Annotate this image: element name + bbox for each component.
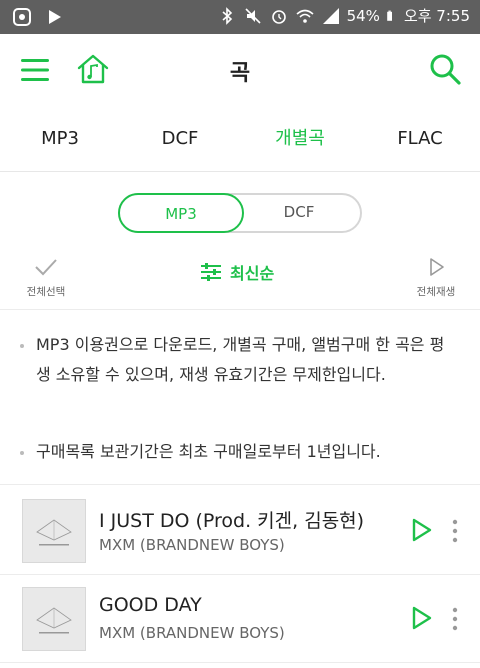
tab-mp3[interactable]: MP3	[0, 106, 120, 171]
sort-button[interactable]: 최신순	[200, 260, 274, 284]
album-cover	[22, 587, 86, 651]
page-title: 곡	[229, 61, 251, 86]
format-segment-toggle: DCF MP3	[118, 193, 362, 233]
track-title: GOOD DAY	[99, 594, 202, 616]
tab-individual-songs[interactable]: 개별곡	[240, 106, 360, 171]
tab-flac[interactable]: FLAC	[360, 106, 480, 171]
notice-text: MP3 이용권으로 다운로드, 개별곡 구매, 앨범구매 한 곡은 평생 소유할…	[36, 335, 445, 384]
track-artist: MXM (BRANDNEW BOYS)	[99, 536, 285, 554]
bluetooth-icon	[222, 7, 232, 25]
notice-section: MP3 이용권으로 다운로드, 개별곡 구매, 앨범구매 한 곡은 평생 소유할…	[0, 310, 480, 485]
album-art-image	[36, 519, 72, 546]
play-icon[interactable]	[408, 605, 434, 631]
play-notification-icon	[49, 10, 61, 24]
format-tabs: MP3 DCF 개별곡 FLAC	[0, 106, 480, 172]
segment-mp3-button[interactable]: MP3	[118, 193, 244, 233]
play-all-label: 전체재생	[416, 286, 456, 298]
track-artist: MXM (BRANDNEW BOYS)	[99, 624, 285, 642]
notice-item: 구매목록 보관기간은 최초 구매일로부터 1년입니다.	[20, 437, 450, 467]
bullet-dot	[20, 451, 24, 455]
track-row[interactable]: I JUST DO (Prod. 키겐, 김동현) MXM (BRANDNEW …	[0, 488, 480, 575]
select-all-label: 전체선택	[26, 286, 66, 298]
notice-item: MP3 이용권으로 다운로드, 개별곡 구매, 앨범구매 한 곡은 평생 소유할…	[20, 330, 450, 390]
signal-icon	[322, 8, 339, 24]
notice-text: 구매목록 보관기간은 최초 구매일로부터 1년입니다.	[36, 442, 381, 461]
check-icon	[35, 259, 57, 276]
app-notification-icon	[13, 8, 31, 26]
play-icon[interactable]	[408, 517, 434, 543]
track-row[interactable]: GOOD DAY MXM (BRANDNEW BOYS)	[0, 576, 480, 663]
wifi-icon	[296, 9, 314, 23]
album-cover	[22, 499, 86, 563]
search-icon[interactable]	[428, 52, 462, 86]
segment-dcf-button[interactable]: DCF	[236, 193, 362, 233]
track-title: I JUST DO (Prod. 키겐, 김동현)	[99, 510, 365, 532]
battery-percent: 54%	[346, 7, 380, 25]
play-icon	[430, 258, 444, 276]
select-all-button[interactable]: 전체선택	[16, 256, 76, 299]
clock: 오후 7:55	[403, 7, 470, 25]
sort-label: 최신순	[230, 264, 275, 283]
app-bar: 곡	[0, 34, 480, 106]
more-options-icon[interactable]	[448, 606, 462, 632]
battery-icon	[387, 10, 392, 21]
status-bar: 54% 오후 7:55	[0, 0, 480, 34]
album-art-image	[36, 607, 72, 634]
bullet-dot	[20, 344, 24, 348]
list-actions-bar: 전체선택 최신순 전체재생	[0, 250, 480, 310]
sort-filter-icon	[201, 263, 221, 281]
play-all-button[interactable]: 전체재생	[406, 256, 466, 299]
alarm-icon	[271, 10, 286, 24]
mute-icon	[245, 8, 261, 24]
tab-dcf[interactable]: DCF	[120, 106, 240, 171]
more-options-icon[interactable]	[448, 518, 462, 544]
